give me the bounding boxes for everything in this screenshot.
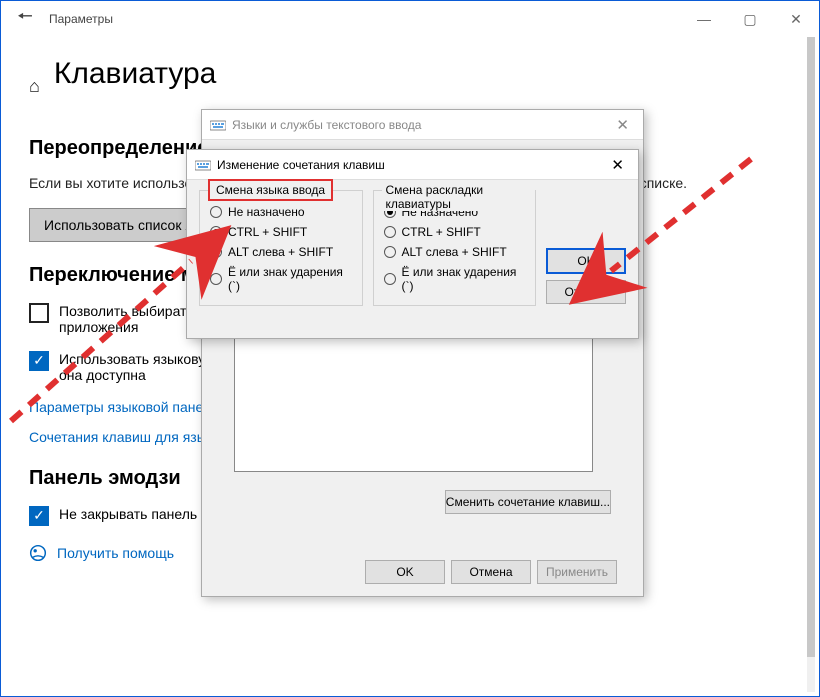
dlg1-cancel-button[interactable]: Отмена — [451, 560, 531, 584]
minimize-button[interactable]: — — [681, 1, 727, 37]
home-icon[interactable]: ⌂ — [29, 76, 40, 97]
change-key-combo-dialog-title: Изменение сочетания клавиш — [217, 158, 385, 172]
lang-none-label: Не назначено — [228, 205, 305, 219]
dlg2-ok-button[interactable]: OK — [546, 248, 626, 274]
emoji-autoclose-checkbox[interactable]: ✓ — [29, 506, 49, 526]
back-button[interactable]: 🠔 — [5, 1, 45, 37]
text-services-close-button[interactable]: ✕ — [610, 116, 635, 134]
change-key-combo-button[interactable]: Сменить сочетание клавиш... — [445, 490, 611, 514]
dlg1-ok-button[interactable]: OK — [365, 560, 445, 584]
use-language-bar-checkbox[interactable]: ✓ — [29, 351, 49, 371]
scrollbar-thumb[interactable] — [807, 37, 815, 657]
input-language-group: Смена языка ввода Не назначено CTRL + SH… — [199, 190, 363, 306]
dlg2-cancel-button[interactable]: Отмена — [546, 280, 626, 304]
lang-none-radio[interactable] — [210, 206, 222, 218]
layout-ctrl-shift-label: CTRL + SHIFT — [402, 225, 481, 239]
scrollbar[interactable] — [807, 37, 815, 692]
layout-grave-label: Ё или знак ударения (`) — [402, 265, 526, 293]
change-key-combo-dialog: Изменение сочетания клавиш ✕ Смена языка… — [186, 149, 639, 339]
dlg2-close-button[interactable]: ✕ — [605, 156, 630, 174]
settings-titlebar: 🠔 Параметры — ▢ ✕ — [1, 1, 819, 37]
lang-alt-shift-radio[interactable] — [210, 246, 222, 258]
keyboard-icon — [195, 157, 211, 173]
dlg1-apply-button: Применить — [537, 560, 617, 584]
keyboard-layout-group-title: Смена раскладки клавиатуры — [382, 183, 536, 211]
lang-ctrl-shift-label: CTRL + SHIFT — [228, 225, 307, 239]
lang-grave-radio[interactable] — [210, 273, 222, 285]
text-services-dialog-title: Языки и службы текстового ввода — [232, 118, 421, 132]
keyboard-layout-group: Смена раскладки клавиатуры Не назначено … — [373, 190, 537, 306]
maximize-button[interactable]: ▢ — [727, 1, 773, 37]
lang-ctrl-shift-radio[interactable] — [210, 226, 222, 238]
help-icon — [29, 544, 47, 562]
close-button[interactable]: ✕ — [773, 1, 819, 37]
lang-alt-shift-label: ALT слева + SHIFT — [228, 245, 333, 259]
window-title: Параметры — [49, 12, 113, 26]
keyboard-icon — [210, 117, 226, 133]
get-help-link[interactable]: Получить помощь — [57, 545, 174, 561]
input-language-group-title: Смена языка ввода — [208, 179, 333, 201]
per-app-input-checkbox[interactable] — [29, 303, 49, 323]
layout-alt-shift-label: ALT слева + SHIFT — [402, 245, 507, 259]
page-title: Клавиатура — [54, 57, 217, 91]
layout-ctrl-shift-radio[interactable] — [384, 226, 396, 238]
lang-grave-label: Ё или знак ударения (`) — [228, 265, 352, 293]
layout-alt-shift-radio[interactable] — [384, 246, 396, 258]
layout-grave-radio[interactable] — [384, 273, 396, 285]
